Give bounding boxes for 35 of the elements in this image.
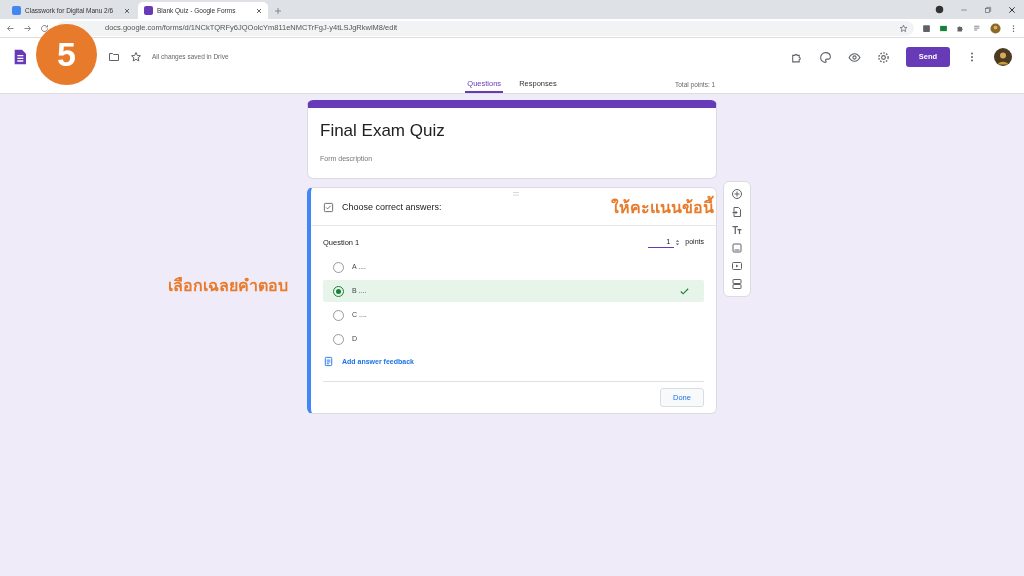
extension-square-icon[interactable] [922,23,931,33]
reload-icon[interactable] [40,23,49,33]
annotation-text: เลือกเฉลยคำตอบ [168,276,288,296]
folder-icon[interactable] [108,51,120,63]
restore-icon[interactable] [984,5,992,14]
form-title[interactable]: Final Exam Quiz [320,118,704,144]
palette-icon[interactable] [819,50,832,64]
star-icon[interactable] [130,51,142,63]
avatar-icon[interactable] [994,48,1012,66]
clipboard-icon [323,356,334,368]
check-icon [679,285,690,297]
profile-avatar-icon[interactable] [990,22,1001,34]
add-question-icon[interactable] [731,188,743,200]
video-icon[interactable] [731,260,743,272]
section-icon[interactable] [731,278,743,290]
extension-flag-icon[interactable] [939,23,948,33]
title-text-icon[interactable] [731,224,743,236]
bookmark-star-icon[interactable] [899,23,908,33]
tab-favicon-icon [12,6,21,15]
close-icon[interactable] [256,7,262,14]
close-icon[interactable] [124,7,130,14]
close-icon[interactable] [1008,5,1016,14]
answer-key-heading: Choose correct answers: [342,200,442,214]
spinner-icon[interactable] [674,237,682,247]
eye-icon[interactable] [848,50,861,64]
annotation-text: ให้คะแนนข้อนี้ [611,196,714,220]
tab-favicon-icon [144,6,153,15]
account-icon[interactable] [935,5,944,14]
checkbox-icon [323,202,334,213]
back-icon[interactable] [6,23,15,33]
import-icon[interactable] [731,206,743,218]
forward-icon[interactable] [23,23,32,33]
puzzle-icon[interactable] [956,23,965,33]
settings-icon[interactable] [877,50,890,64]
image-icon[interactable] [731,242,743,254]
